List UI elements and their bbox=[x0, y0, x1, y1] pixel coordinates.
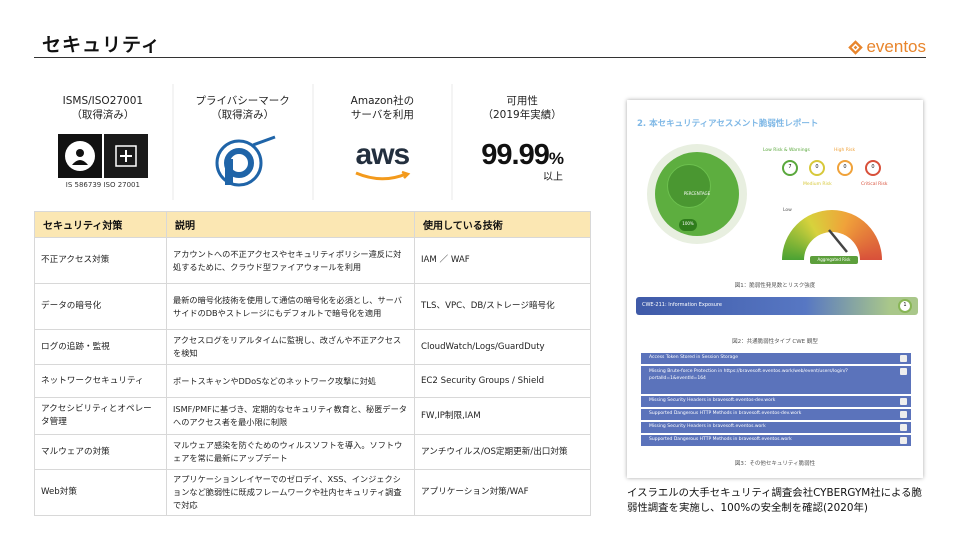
figure-3-caption: 図3：その他セキュリティ脆弱性 bbox=[734, 461, 816, 467]
risk-label-high: High Risk bbox=[834, 148, 856, 153]
row-measure: アクセシビリティとオペレータ管理 bbox=[34, 397, 167, 435]
row-technology: IAM ／ WAF bbox=[414, 237, 591, 284]
isms-logo: IS 586739 ISO 27001 bbox=[57, 133, 148, 189]
row-description: ISMF/PMFに基づき、定期的なセキュリティ教育と、秘匿データへのアクセス者を… bbox=[166, 397, 415, 435]
report-title: 2. 本セキュリティアセスメント脆弱性レポート bbox=[637, 119, 819, 129]
percentage-donut: PERCENTAGE 100% bbox=[647, 144, 747, 244]
security-table: セキュリティ対策 説明 使用している技術 不正アクセス対策 アカウントへの不正ア… bbox=[34, 211, 591, 516]
col-header-measure: セキュリティ対策 bbox=[34, 211, 167, 238]
figure-2-caption: 図2：共通脆弱性タイプ CWE 観型 bbox=[732, 339, 818, 345]
row-description: ポートスキャンやDDoSなどのネットワーク攻撃に対処 bbox=[166, 364, 415, 398]
cwe-bar: CWE-211: Information Exposure 1 bbox=[636, 297, 918, 315]
row-measure: データの暗号化 bbox=[34, 283, 167, 330]
row-description: アクセスログをリアルタイムに監視し、改ざんや不正アクセスを検知 bbox=[166, 329, 415, 365]
gauge-needle-icon bbox=[828, 229, 848, 253]
card-isms: ISMS/ISO27001 （取得済み） IS 586739 ISO 27001 bbox=[34, 84, 172, 200]
certification-cards: ISMS/ISO27001 （取得済み） IS 586739 ISO 27001 bbox=[34, 84, 591, 200]
risk-label-medium: Medium Risk bbox=[803, 182, 832, 187]
card-aws: Amazon社の サーバを利用 aws bbox=[313, 84, 452, 200]
row-technology: アンチウイルス/OS定期更新/出口対策 bbox=[414, 434, 591, 470]
isms-cert-number: IS 586739 ISO 27001 bbox=[65, 180, 140, 189]
isms-ac-mark-icon bbox=[103, 133, 148, 178]
row-description: アプリケーションレイヤーでのゼロデイ、XSS、インジェクションなど脆弱性に既成フ… bbox=[166, 469, 415, 516]
brand-name: eventos bbox=[866, 37, 926, 56]
risk-label-low: Low Risk & Warnings bbox=[763, 148, 810, 153]
risk-dot-medium: 0 bbox=[809, 160, 825, 176]
table-header-row: セキュリティ対策 説明 使用している技術 bbox=[34, 211, 591, 238]
card-availability: 可用性 （2019年実績） 99.99% 以上 bbox=[453, 84, 591, 200]
card-title-aws: Amazon社の サーバを利用 bbox=[350, 95, 415, 121]
table-row: アクセシビリティとオペレータ管理 ISMF/PMFに基づき、定期的なセキュリティ… bbox=[34, 397, 591, 435]
table-row: ネットワークセキュリティ ポートスキャンやDDoSなどのネットワーク攻撃に対処 … bbox=[34, 364, 591, 398]
row-measure: 不正アクセス対策 bbox=[34, 237, 167, 284]
row-technology: FW,IP制限,IAM bbox=[414, 397, 591, 435]
table-row: Web対策 アプリケーションレイヤーでのゼロデイ、XSS、インジェクションなど脆… bbox=[34, 469, 591, 516]
row-measure: マルウェアの対策 bbox=[34, 434, 167, 470]
donut-value: 100% bbox=[682, 221, 694, 226]
card-privacy-mark: プライバシーマーク （取得済み） bbox=[173, 84, 312, 200]
aws-logo-icon: aws bbox=[352, 140, 412, 182]
eventos-logo-icon bbox=[848, 39, 864, 55]
figure-1-caption: 図1：脆弱性発見数とリスク強度 bbox=[734, 283, 816, 289]
title-divider bbox=[34, 57, 926, 58]
list-item: Access Token Stored in Session Storage bbox=[641, 353, 911, 364]
list-item: Missing Brute-force Protection in https:… bbox=[641, 366, 911, 394]
risk-dot-low: 7 bbox=[782, 160, 798, 176]
row-measure: ログの追跡・監視 bbox=[34, 329, 167, 365]
risk-dot-critical: 0 bbox=[865, 160, 881, 176]
vulnerability-list: Access Token Stored in Session Storage M… bbox=[641, 353, 911, 448]
list-item: Missing Security Headers in bravesoft.ev… bbox=[641, 396, 911, 407]
availability-note: 以上 bbox=[542, 172, 563, 183]
page-title: セキュリティ bbox=[42, 34, 161, 56]
row-description: マルウェア感染を防ぐためのウィルスソフトを導入。ソフトウェアを常に最新にアップデ… bbox=[166, 434, 415, 470]
risk-label-critical: Critical Risk bbox=[861, 182, 888, 187]
gauge-low-label: Low bbox=[783, 208, 792, 213]
list-item: Supported Dangerous HTTP Methods in brav… bbox=[641, 409, 911, 420]
aggregated-risk-tag: Aggregated Risk bbox=[810, 256, 858, 264]
row-technology: TLS、VPC、DB/ストレージ暗号化 bbox=[414, 283, 591, 330]
privacy-mark-icon bbox=[215, 135, 276, 187]
row-measure: Web対策 bbox=[34, 469, 167, 516]
table-row: マルウェアの対策 マルウェア感染を防ぐためのウィルスソフトを導入。ソフトウェアを… bbox=[34, 434, 591, 470]
table-row: データの暗号化 最新の暗号化技術を使用して通信の暗号化を必須とし、サーバサイドの… bbox=[34, 283, 591, 330]
card-title-isms: ISMS/ISO27001 （取得済み） bbox=[62, 95, 144, 121]
table-row: ログの追跡・監視 アクセスログをリアルタイムに監視し、改ざんや不正アクセスを検知… bbox=[34, 329, 591, 365]
row-technology: EC2 Security Groups / Shield bbox=[414, 364, 591, 398]
list-item: Supported Dangerous HTTP Methods in brav… bbox=[641, 435, 911, 446]
report-caption: イスラエルの大手セキュリティ調査会社CYBERGYM社による脆弱性調査を実施し、… bbox=[627, 487, 922, 514]
col-header-description: 説明 bbox=[166, 211, 415, 238]
vulnerability-report-image: 2. 本セキュリティアセスメント脆弱性レポート PERCENTAGE 100% … bbox=[627, 100, 923, 478]
table-row: 不正アクセス対策 アカウントへの不正アクセスやセキュリティポリシー違反に対処する… bbox=[34, 237, 591, 284]
list-item: Missing Security Headers in bravesoft.ev… bbox=[641, 422, 911, 433]
donut-label: PERCENTAGE bbox=[683, 191, 711, 196]
row-description: 最新の暗号化技術を使用して通信の暗号化を必須とし、サーバサイドのDBやストレージ… bbox=[166, 283, 415, 330]
risk-dot-high: 0 bbox=[837, 160, 853, 176]
row-measure: ネットワークセキュリティ bbox=[34, 364, 167, 398]
card-title-availability: 可用性 （2019年実績） bbox=[482, 95, 562, 121]
card-title-privacy: プライバシーマーク （取得済み） bbox=[195, 95, 290, 121]
row-technology: CloudWatch/Logs/GuardDuty bbox=[414, 329, 591, 365]
bsi-mark-icon bbox=[57, 133, 102, 178]
brand-logo: eventos bbox=[848, 37, 926, 57]
col-header-technology: 使用している技術 bbox=[414, 211, 591, 238]
row-technology: アプリケーション対策/WAF bbox=[414, 469, 591, 516]
row-description: アカウントへの不正アクセスやセキュリティポリシー違反に対処するために、クラウド型… bbox=[166, 237, 415, 284]
